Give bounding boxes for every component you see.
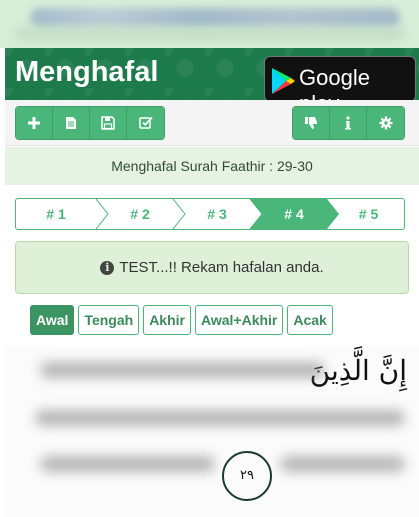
surah-label: Menghafal Surah Faathir : 29-30 xyxy=(5,147,419,185)
ayah-content: إِنَّ الَّذِينَ ٢٩ xyxy=(5,346,419,517)
hidden-text-line xyxy=(40,362,325,378)
app-header: Menghafal Google play xyxy=(5,48,419,100)
google-play-badge[interactable]: Google play xyxy=(264,56,416,100)
alert-text: TEST...!! Rekam hafalan anda. xyxy=(119,259,324,276)
check-button[interactable] xyxy=(127,107,164,139)
hidden-text-line xyxy=(35,410,405,426)
record-alert: i TEST...!! Rekam hafalan anda. xyxy=(15,241,409,294)
ayah-number-marker: ٢٩ xyxy=(222,451,272,501)
filter-tengah[interactable]: Tengah xyxy=(78,305,140,335)
blurred-shadow xyxy=(15,28,405,40)
filter-awal[interactable]: Awal xyxy=(30,305,75,335)
plus-icon xyxy=(28,117,40,129)
settings-button[interactable] xyxy=(367,107,404,139)
filter-akhir[interactable]: Akhir xyxy=(143,305,191,335)
step-2[interactable]: # 2 xyxy=(100,199,180,229)
step-5[interactable]: # 5 xyxy=(331,199,404,229)
right-button-group xyxy=(292,106,405,140)
step-progress: # 1 # 2 # 3 # 4 # 5 xyxy=(15,198,405,230)
file-icon xyxy=(66,117,76,129)
step-4-active[interactable]: # 4 xyxy=(254,199,334,229)
step-1[interactable]: # 1 xyxy=(16,199,96,229)
google-play-label: Google play xyxy=(299,65,370,100)
save-button[interactable] xyxy=(90,107,127,139)
save-icon xyxy=(101,116,115,130)
thumbs-down-icon xyxy=(305,117,317,129)
left-button-group xyxy=(15,106,165,140)
position-filter-group: Awal Tengah Akhir Awal+Akhir Acak xyxy=(30,305,333,335)
hidden-text-line xyxy=(280,456,405,472)
filter-acak[interactable]: Acak xyxy=(287,305,333,335)
hidden-text-line xyxy=(40,456,215,472)
dislike-button[interactable] xyxy=(293,107,330,139)
step-3[interactable]: # 3 xyxy=(177,199,257,229)
document-button[interactable] xyxy=(53,107,90,139)
info-icon xyxy=(345,116,351,130)
add-button[interactable] xyxy=(16,107,53,139)
check-square-icon xyxy=(138,116,153,129)
google-play-logo-icon xyxy=(272,68,295,94)
blurred-text xyxy=(30,8,400,28)
filter-awal-akhir[interactable]: Awal+Akhir xyxy=(194,305,284,335)
gear-icon xyxy=(379,116,392,130)
info-circle-icon: i xyxy=(100,260,115,275)
page-title: Menghafal xyxy=(15,56,159,88)
top-blurred-banner xyxy=(0,0,419,48)
info-button[interactable] xyxy=(330,107,367,139)
toolbar xyxy=(5,100,419,146)
